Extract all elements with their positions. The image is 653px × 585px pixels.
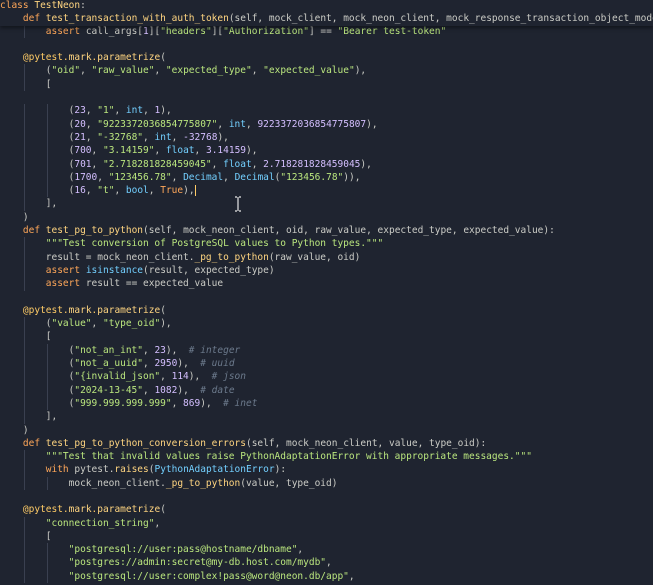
code-line[interactable]: ("oid", "raw_value", "expected_type", "e…: [0, 64, 653, 78]
code-line-text: "postgresql://user:complex!pass@word@neo…: [68, 570, 355, 582]
code-line[interactable]: with pytest.raises(PythonAdaptationError…: [0, 463, 653, 477]
code-line-text: (21, "-32768", int, -32768),: [0, 131, 229, 143]
code-line-text: assert call_args[1]["headers"]["Authoriz…: [45, 25, 447, 37]
code-line[interactable]: "postgresql://user:pass@hostname/dbname"…: [0, 543, 653, 557]
code-line-text: [: [0, 331, 52, 343]
code-line-text: (701, "2.718281828459045", float, 2.7182…: [0, 158, 372, 170]
code-line-text: [: [0, 78, 52, 90]
code-line-text: ("oid", "raw_value", "expected_type", "e…: [0, 65, 367, 77]
code-line-text: ): [0, 211, 29, 223]
code-line-text: ("2024-13-45", 1082), # date: [0, 384, 235, 396]
code-line[interactable]: ("not_a_uuid", 2950), # uuid: [0, 357, 653, 371]
code-line[interactable]: """Test that invalid values raise Python…: [0, 450, 653, 464]
code-line[interactable]: @pytest.mark.parametrize(: [0, 51, 653, 64]
code-line[interactable]: [0, 291, 653, 304]
code-line-text: ): [0, 424, 29, 436]
text-ibeam-cursor-icon: [235, 196, 241, 212]
code-line-text: ("{invalid_json", 114), # json: [0, 371, 246, 383]
code-line[interactable]: ("2024-13-45", 1082), # date: [0, 383, 653, 397]
code-line[interactable]: "postgres://admin:secret@my-db.host.com/…: [0, 556, 653, 570]
sticky-scroll-header[interactable]: class TestNeon: def test_transaction_wit…: [0, 0, 653, 26]
code-line-text: """Test conversion of PostgreSQL values …: [45, 238, 384, 250]
code-area[interactable]: call_args = mock_client.return_value.__e…: [0, 0, 653, 584]
code-line-text: @pytest.mark.parametrize(: [22, 304, 166, 316]
code-line-text: (700, "3.14159", float, 3.14159),: [0, 145, 258, 157]
code-line-text: assert isinstance(result, expected_type): [45, 264, 275, 276]
code-editor[interactable]: call_args = mock_client.return_value.__e…: [0, 0, 653, 585]
text-caret: [194, 185, 196, 197]
code-line[interactable]: (701, "2.718281828459045", float, 2.7182…: [0, 157, 653, 171]
code-line[interactable]: def test_pg_to_python_conversion_errors(…: [0, 437, 653, 450]
code-line[interactable]: ("{invalid_json", 114), # json: [0, 370, 653, 384]
code-line[interactable]: (700, "3.14159", float, 3.14159),: [0, 144, 653, 158]
code-line[interactable]: (20, "9223372036854775807", int, 9223372…: [0, 117, 653, 131]
code-line[interactable]: (23, "1", int, 1),: [0, 104, 653, 118]
code-line[interactable]: [: [0, 330, 653, 344]
code-line[interactable]: (1700, "123456.78", Decimal, Decimal("12…: [0, 170, 653, 185]
code-line[interactable]: "connection_string",: [0, 516, 653, 530]
code-line-text: (23, "1", int, 1),: [0, 105, 172, 117]
code-line-text: (1700, "123456.78", Decimal, Decimal("12…: [0, 171, 361, 183]
code-line-text: ("not_a_uuid", 2950), # uuid: [0, 358, 235, 370]
sticky-line-text: def test_transaction_with_auth_token(sel…: [22, 12, 653, 24]
code-line[interactable]: (21, "-32768", int, -32768),: [0, 130, 653, 145]
code-line[interactable]: ],: [0, 410, 653, 424]
code-line-text: "postgresql://user:pass@hostname/dbname"…: [68, 544, 304, 556]
code-line-text: def test_pg_to_python(self, mock_neon_cl…: [22, 225, 555, 237]
code-line[interactable]: [0, 91, 653, 104]
code-line[interactable]: """Test conversion of PostgreSQL values …: [0, 237, 653, 251]
code-line-text: with pytest.raises(PythonAdaptationError…: [45, 464, 287, 476]
code-line[interactable]: ("999.999.999.999", 869), # inet: [0, 396, 653, 411]
sticky-line-text: class TestNeon:: [0, 0, 86, 11]
code-line[interactable]: @pytest.mark.parametrize(: [0, 503, 653, 516]
code-line[interactable]: ("not_an_int", 23), # integer: [0, 343, 653, 358]
code-line-text: def test_pg_to_python_conversion_errors(…: [22, 437, 487, 449]
code-line[interactable]: mock_neon_client._pg_to_python(value, ty…: [0, 476, 653, 490]
code-line[interactable]: [0, 490, 653, 503]
code-line-text: ("999.999.999.999", 869), # inet: [0, 397, 258, 409]
code-line[interactable]: [: [0, 77, 653, 92]
sticky-line[interactable]: class TestNeon:: [0, 0, 653, 13]
code-line-text: (20, "9223372036854775807", int, 9223372…: [0, 118, 378, 130]
code-line-text: "postgres://admin:secret@my-db.host.com/…: [68, 557, 332, 569]
code-line-text: mock_neon_client._pg_to_python(value, ty…: [0, 477, 338, 489]
code-line[interactable]: @pytest.mark.parametrize(: [0, 304, 653, 317]
code-line[interactable]: ): [0, 211, 653, 224]
code-line-text: ],: [0, 411, 58, 423]
code-line-text: ("not_an_int", 23), # integer: [0, 344, 241, 356]
code-line[interactable]: (16, "t", bool, True),: [0, 184, 653, 198]
code-line-text: @pytest.mark.parametrize(: [22, 52, 166, 64]
code-line[interactable]: assert isinstance(result, expected_type): [0, 263, 653, 278]
code-line[interactable]: assert result == expected_value: [0, 277, 653, 291]
sticky-line[interactable]: def test_transaction_with_auth_token(sel…: [0, 13, 653, 26]
code-line[interactable]: ("value", "type_oid"),: [0, 317, 653, 331]
code-line[interactable]: ): [0, 424, 653, 437]
code-line-text: [: [0, 530, 52, 542]
code-line[interactable]: "postgresql://user:complex!pass@word@neo…: [0, 569, 653, 584]
code-line[interactable]: def test_pg_to_python(self, mock_neon_cl…: [0, 224, 653, 237]
code-line-text: ],: [0, 198, 58, 210]
code-line-text: @pytest.mark.parametrize(: [22, 504, 166, 516]
code-line[interactable]: result = mock_neon_client._pg_to_python(…: [0, 250, 653, 264]
code-line-text: result = mock_neon_client._pg_to_python(…: [0, 251, 361, 263]
code-line-text: assert result == expected_value: [45, 278, 224, 290]
code-line-text: "connection_string",: [45, 517, 161, 529]
code-line[interactable]: assert call_args[1]["headers"]["Authoriz…: [0, 24, 653, 38]
code-line-text: ("value", "type_oid"),: [0, 318, 172, 330]
code-line-text: (16, "t", bool, True),: [0, 185, 196, 197]
code-line[interactable]: [: [0, 529, 653, 544]
code-line[interactable]: ],: [0, 197, 653, 211]
code-line[interactable]: [0, 38, 653, 51]
code-line-text: """Test that invalid values raise Python…: [45, 451, 532, 463]
